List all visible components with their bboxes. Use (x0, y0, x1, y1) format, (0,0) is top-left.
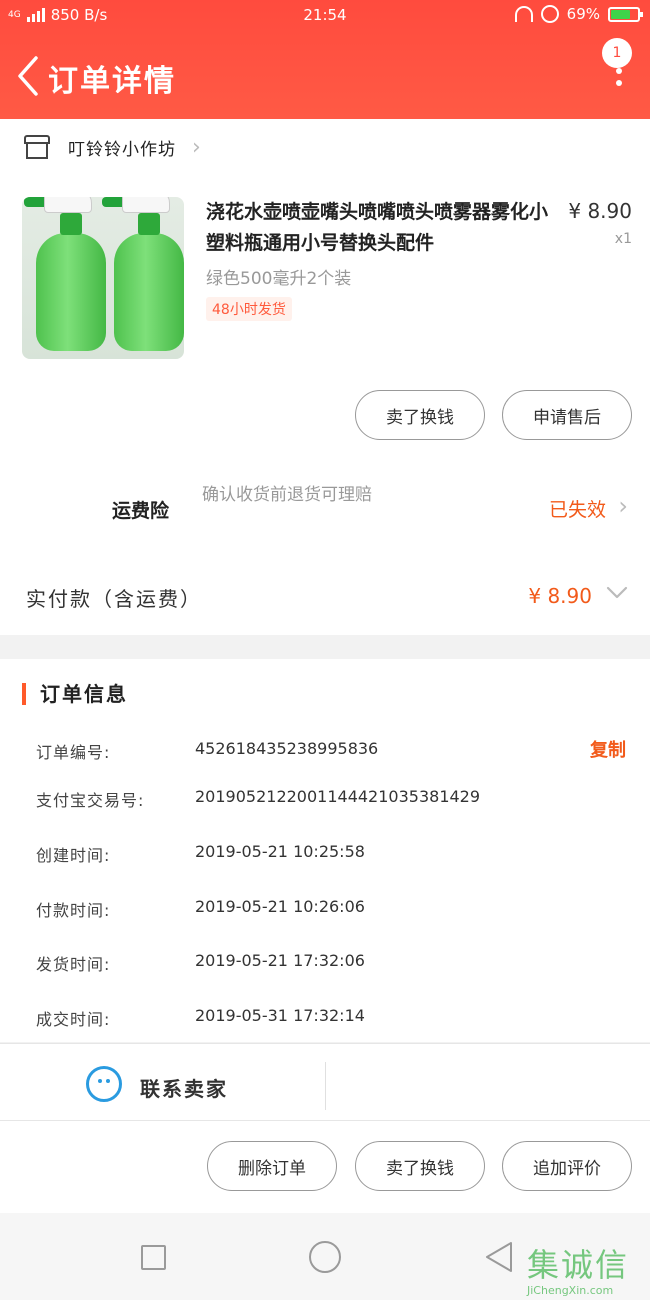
bottom-actions: 删除订单 卖了换钱 追加评价 (0, 1121, 650, 1213)
info-label: 订单编号: (36, 743, 111, 762)
chat-bubble-icon[interactable] (86, 1066, 122, 1102)
page-title: 订单详情 (48, 64, 176, 99)
info-value: 2019-05-21 17:32:06 (195, 951, 365, 970)
contact-seller-row: 联系卖家 (0, 1043, 650, 1121)
info-value: 2019052122001144421035381429 (195, 787, 481, 806)
product-image[interactable] (22, 197, 184, 359)
headphone-icon (514, 6, 533, 22)
product-price: ¥ 8.90 (568, 199, 632, 223)
battery-percent: 69% (566, 5, 600, 23)
order-info-section: 订单信息 复制 订单编号: 452618435238995836 支付宝交易号:… (0, 659, 650, 1042)
info-value: 2019-05-21 10:25:58 (195, 842, 365, 861)
shop-row[interactable]: 叮铃铃小作坊 › (0, 119, 650, 175)
sell-button[interactable]: 卖了换钱 (355, 390, 485, 440)
section-title: 订单信息 (22, 683, 128, 705)
status-bar: 4G 850 B/s 21:54 69% (0, 0, 650, 32)
paid-label: 实付款（含运费） (26, 587, 202, 611)
more-options-button[interactable] (612, 68, 626, 100)
chevron-down-icon[interactable] (606, 581, 628, 603)
more-dot-icon (616, 68, 622, 74)
back-button[interactable] (8, 54, 48, 98)
shop-icon (24, 135, 50, 159)
contact-seller-button[interactable]: 联系卖家 (140, 1073, 228, 1102)
spray-bottle-image (102, 197, 184, 351)
watermark-mark: 集诚信 (527, 1246, 630, 1284)
add-review-button[interactable]: 追加评价 (502, 1141, 632, 1191)
order-card: 叮铃铃小作坊 › 浇花水壶喷壶嘴头喷嘴喷头喷雾器雾化小塑料瓶通用小号替换头配件 … (0, 119, 650, 635)
info-value: 2019-05-21 10:26:06 (195, 897, 365, 916)
insurance-desc: 确认收货前退货可理赔 (202, 485, 372, 505)
shop-name: 叮铃铃小作坊 (68, 139, 176, 160)
copy-button[interactable]: 复制 (590, 736, 626, 762)
header: 订单详情 1 (0, 34, 650, 118)
info-label: 创建时间: (36, 846, 111, 865)
product-spec: 绿色500毫升2个装 (206, 269, 352, 289)
info-label: 发货时间: (36, 955, 111, 974)
watermark-logo: 集诚信 JiChengXin.com (527, 1236, 642, 1298)
watermark-url: JiChengXin.com (527, 1284, 614, 1297)
divider (325, 1062, 326, 1110)
product-title[interactable]: 浇花水壶喷壶嘴头喷嘴喷头喷雾器雾化小塑料瓶通用小号替换头配件 (206, 197, 566, 259)
chevron-right-icon[interactable]: › (618, 492, 628, 520)
recent-apps-icon[interactable] (141, 1245, 166, 1270)
info-label: 支付宝交易号: (36, 791, 145, 810)
top-bar: 4G 850 B/s 21:54 69% 订单详情 1 (0, 0, 650, 119)
spray-bottle-image (24, 197, 106, 351)
after-sale-button[interactable]: 申请售后 (502, 390, 632, 440)
chevron-left-icon (18, 56, 38, 96)
rotation-lock-icon (540, 5, 559, 23)
sell-button[interactable]: 卖了换钱 (355, 1141, 485, 1191)
shipping-tag: 48小时发货 (206, 297, 292, 321)
info-label: 成交时间: (36, 1010, 111, 1029)
info-value: 452618435238995836 (195, 739, 379, 758)
back-triangle-icon[interactable] (484, 1240, 514, 1274)
battery-fill (611, 9, 631, 19)
battery-icon (608, 6, 643, 22)
chevron-right-icon: › (192, 134, 201, 160)
product-quantity: x1 (614, 231, 632, 247)
delete-order-button[interactable]: 删除订单 (207, 1141, 337, 1191)
paid-amount: ¥ 8.90 (528, 584, 592, 608)
info-label: 付款时间: (36, 901, 111, 920)
notification-badge: 1 (602, 38, 632, 68)
insurance-status[interactable]: 已失效 (549, 495, 606, 522)
info-value: 2019-05-31 17:32:14 (195, 1006, 365, 1025)
insurance-label: 运费险 (112, 500, 170, 522)
more-dot-icon (616, 80, 622, 86)
home-icon[interactable] (309, 1241, 341, 1273)
